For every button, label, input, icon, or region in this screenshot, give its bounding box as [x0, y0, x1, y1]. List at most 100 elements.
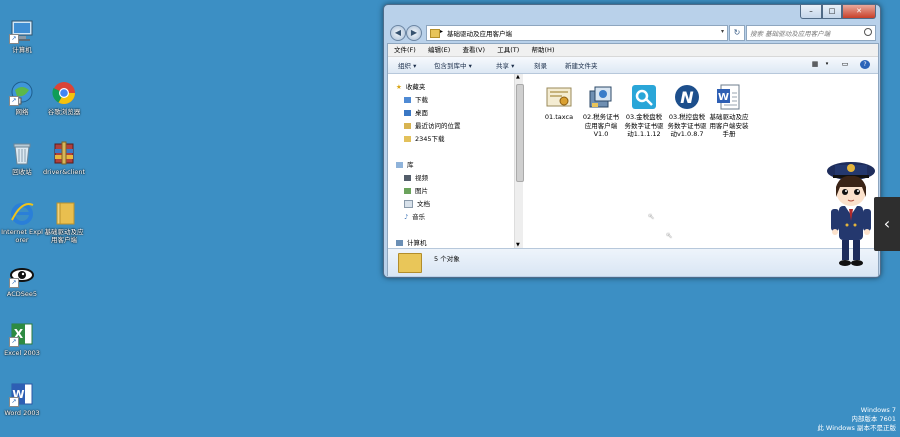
nav-libraries[interactable]: 库 — [396, 159, 414, 169]
search-placeholder: 搜索 基础驱动及应用客户端 — [750, 30, 831, 38]
installer-package-icon — [587, 83, 615, 111]
winrar-archive-icon — [51, 140, 77, 166]
acdsee-icon: ↗ — [9, 262, 35, 288]
file-name: 01.taxca — [544, 113, 574, 121]
desktop-icon-acdsee[interactable]: ↗ ACDSee5 — [0, 262, 44, 298]
scroll-up-icon[interactable]: ▲ — [516, 74, 520, 80]
menu-file[interactable]: 文件(F) — [394, 44, 416, 56]
nav-computer[interactable]: 计算机 — [396, 237, 427, 247]
recycle-bin-icon — [9, 140, 35, 166]
star-icon: ★ — [396, 83, 402, 91]
folder-icon — [398, 253, 422, 273]
desktop-icon-label: 网络 — [15, 108, 29, 116]
nav-desktop[interactable]: 桌面 — [404, 107, 428, 117]
address-row: ◀ ▶ ▸ 基础驱动及应用客户端 ▾ ↻ 搜索 基础驱动及应用客户端 — [388, 24, 876, 42]
item-count: 5 个对象 — [434, 255, 460, 263]
desktop-icon-label: Excel 2003 — [4, 349, 40, 357]
include-in-library-button[interactable]: 包含到库中 ▾ — [434, 60, 472, 70]
nav-label: 音乐 — [412, 213, 426, 221]
new-folder-button[interactable]: 新建文件夹 — [565, 60, 598, 70]
desktop-icon-chrome[interactable]: 谷歌浏览器 — [42, 80, 86, 116]
n-driver-icon: N — [673, 83, 701, 111]
file-item[interactable]: 02.税务证书应用客户端V1.0 — [580, 83, 622, 139]
nav-downloads[interactable]: 下载 — [404, 94, 428, 104]
share-button[interactable]: 共享 ▾ — [496, 60, 514, 70]
preview-pane-icon[interactable]: ▭ — [840, 60, 850, 69]
view-dropdown-icon[interactable]: ▾ — [822, 60, 832, 69]
documents-icon — [404, 200, 413, 208]
desktop-icon-label: driver&client — [42, 168, 86, 176]
desktop-icon-recycle-bin[interactable]: 回收站 — [0, 140, 44, 176]
shortcut-arrow-icon: ↗ — [9, 96, 19, 106]
folder-icon — [51, 200, 77, 226]
nav-label: 下载 — [415, 96, 428, 104]
nav-label: 图片 — [415, 187, 428, 195]
file-name: 03.税控盘税务数字证书驱动v1.0.8.7 — [667, 113, 707, 138]
chevron-left-icon: ‹ — [883, 214, 891, 233]
explorer-window[interactable]: – □ ✕ ◀ ▶ ▸ 基础驱动及应用客户端 ▾ ↻ 搜索 基础驱动及应用客户端… — [383, 4, 881, 278]
computer-icon: ↗ — [9, 18, 35, 44]
desktop-icon-label: 回收站 — [12, 168, 32, 176]
nav-label: 文档 — [417, 200, 430, 208]
nav-documents[interactable]: 文档 — [404, 198, 430, 208]
video-icon — [404, 175, 411, 181]
menu-edit[interactable]: 编辑(E) — [428, 44, 450, 56]
menu-help[interactable]: 帮助(H) — [532, 44, 555, 56]
desktop-icon-label: Word 2003 — [4, 409, 40, 417]
computer-icon — [396, 240, 403, 246]
command-bar: 组织 ▾ 包含到库中 ▾ 共享 ▾ 刻录 新建文件夹 ▦ ▾ ▭ ? — [388, 57, 878, 74]
nav-label: 收藏夹 — [405, 83, 426, 91]
desktop-icon-network[interactable]: ↗ 网络 — [0, 80, 44, 116]
downloads-icon — [404, 97, 411, 103]
mouse-cursor-icon: ↖ — [666, 231, 673, 240]
refresh-button[interactable]: ↻ — [729, 25, 745, 41]
nav-scrollbar[interactable]: ▲ ▼ — [514, 74, 524, 248]
desktop-icon-driver-client[interactable]: driver&client — [42, 140, 86, 176]
library-icon — [396, 162, 403, 168]
address-bar[interactable]: ▸ 基础驱动及应用客户端 ▾ — [426, 25, 728, 41]
menu-tools[interactable]: 工具(T) — [497, 44, 519, 56]
close-button[interactable]: ✕ — [842, 5, 876, 19]
mouse-cursor-icon: ↖ — [648, 212, 655, 221]
nav-favorites[interactable]: ★ 收藏夹 — [396, 81, 425, 91]
desktop-icon-excel[interactable]: X ↗ Excel 2003 — [0, 321, 44, 357]
file-item[interactable]: W 基础驱动及应用客户端安装手册 — [708, 83, 750, 139]
shortcut-arrow-icon: ↗ — [9, 337, 19, 347]
nav-videos[interactable]: 视频 — [404, 172, 428, 182]
internet-explorer-icon — [9, 200, 35, 226]
menu-bar: 文件(F) 编辑(E) 查看(V) 工具(T) 帮助(H) — [388, 44, 878, 57]
menu-view[interactable]: 查看(V) — [462, 44, 485, 56]
nav-music[interactable]: ♪ 音乐 — [404, 211, 425, 221]
file-item[interactable]: 01.taxca — [538, 83, 580, 122]
details-pane: 5 个对象 — [388, 248, 878, 276]
file-name: 基础驱动及应用客户端安装手册 — [709, 113, 749, 138]
desktop-icon-label: ACDSee5 — [6, 290, 38, 298]
help-icon[interactable]: ? — [860, 60, 870, 69]
tax-officer-mascot[interactable] — [820, 157, 882, 269]
side-panel-toggle[interactable]: ‹ — [874, 197, 900, 251]
desktop-icon-folder[interactable]: 基础驱动及应用客户端 — [42, 200, 86, 244]
view-options-icon[interactable]: ▦ — [810, 60, 820, 69]
chevron-down-icon[interactable]: ▾ — [721, 28, 724, 35]
search-icon[interactable] — [864, 28, 872, 36]
file-name: 02.税务证书应用客户端V1.0 — [582, 113, 620, 138]
forward-button[interactable]: ▶ — [406, 25, 422, 41]
watermark-line: Windows 7 — [860, 406, 896, 414]
nav-label: 桌面 — [415, 109, 428, 117]
svg-text:N: N — [680, 88, 694, 107]
minimize-button[interactable]: – — [800, 5, 822, 19]
desktop-icon-word[interactable]: W ↗ Word 2003 — [0, 381, 44, 417]
maximize-button[interactable]: □ — [822, 5, 842, 19]
back-button[interactable]: ◀ — [390, 25, 406, 41]
desktop-icon-computer[interactable]: ↗ 计算机 — [0, 18, 44, 54]
file-item[interactable]: 03.金税盘税务数字证书驱动1.1.1.12 — [623, 83, 665, 139]
nav-pictures[interactable]: 图片 — [404, 185, 428, 195]
search-input[interactable]: 搜索 基础驱动及应用客户端 — [746, 25, 876, 41]
organize-button[interactable]: 组织 ▾ — [398, 60, 416, 70]
nav-2345-downloads[interactable]: 2345下载 — [404, 133, 445, 143]
nav-recent-places[interactable]: 最近访问的位置 — [404, 120, 461, 130]
burn-button[interactable]: 刻录 — [534, 60, 547, 70]
file-item[interactable]: N 03.税控盘税务数字证书驱动v1.0.8.7 — [666, 83, 708, 139]
desktop-icon-internet-explorer[interactable]: Internet Explorer — [0, 200, 44, 244]
title-bar[interactable]: – □ ✕ — [384, 5, 880, 23]
